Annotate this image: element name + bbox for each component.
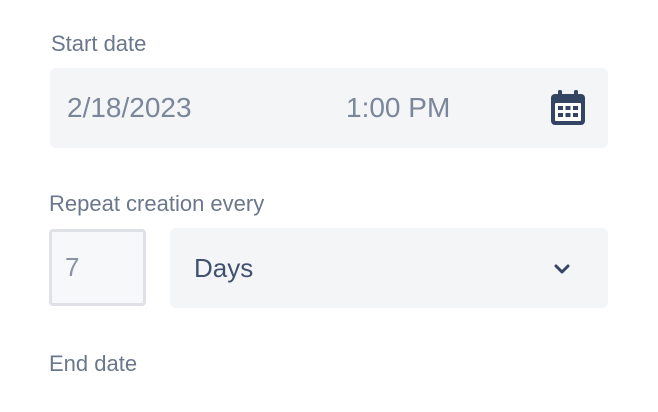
- end-date-label: End date: [49, 351, 138, 376]
- repeat-label: Repeat creation every: [49, 191, 265, 216]
- start-date-field[interactable]: 2/18/2023 1:00 PM: [50, 68, 608, 148]
- start-time-value[interactable]: 1:00 PM: [346, 94, 450, 122]
- start-date-value[interactable]: 2/18/2023: [67, 94, 192, 122]
- repeat-interval-input[interactable]: [49, 229, 146, 306]
- start-date-label: Start date: [51, 31, 147, 56]
- repeat-unit-value: Days: [194, 253, 254, 283]
- calendar-icon[interactable]: [549, 89, 587, 127]
- repeat-unit-select[interactable]: Days: [170, 228, 608, 308]
- chevron-down-icon[interactable]: [552, 259, 572, 279]
